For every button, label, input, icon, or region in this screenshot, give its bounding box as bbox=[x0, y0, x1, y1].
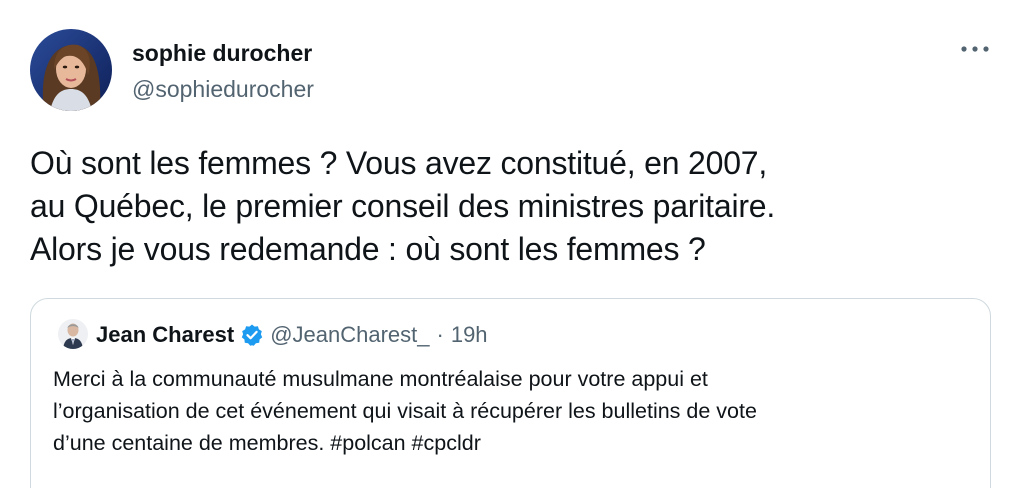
more-options-button[interactable] bbox=[958, 38, 992, 60]
quoted-tweet-header: Jean Charest @JeanCharest_ · 19h bbox=[96, 321, 488, 349]
tweet-text: Où sont les femmes ? Vous avez constitué… bbox=[30, 145, 776, 267]
author-avatar[interactable] bbox=[30, 29, 112, 111]
author-avatar-image bbox=[30, 29, 112, 111]
quoted-author-avatar-image bbox=[58, 319, 88, 349]
quoted-tweet-timestamp[interactable]: 19h bbox=[451, 321, 488, 349]
quoted-tweet-text: Merci à la communauté musulmane montréal… bbox=[53, 367, 757, 455]
more-horizontal-icon bbox=[961, 46, 989, 52]
quoted-tweet[interactable]: Jean Charest @JeanCharest_ · 19h Merci à… bbox=[30, 298, 991, 488]
quoted-author-avatar[interactable] bbox=[58, 319, 88, 349]
header-separator: · bbox=[436, 322, 444, 347]
author-info: sophie durocher @sophiedurocher bbox=[132, 40, 314, 102]
verified-badge-icon bbox=[240, 323, 264, 347]
quoted-author-display-name[interactable]: Jean Charest bbox=[96, 321, 234, 349]
author-display-name[interactable]: sophie durocher bbox=[132, 40, 314, 66]
quoted-author-handle[interactable]: @JeanCharest_ bbox=[270, 321, 429, 349]
tweet-card: sophie durocher @sophiedurocher Où sont … bbox=[0, 0, 1024, 488]
author-handle[interactable]: @sophiedurocher bbox=[132, 76, 314, 102]
